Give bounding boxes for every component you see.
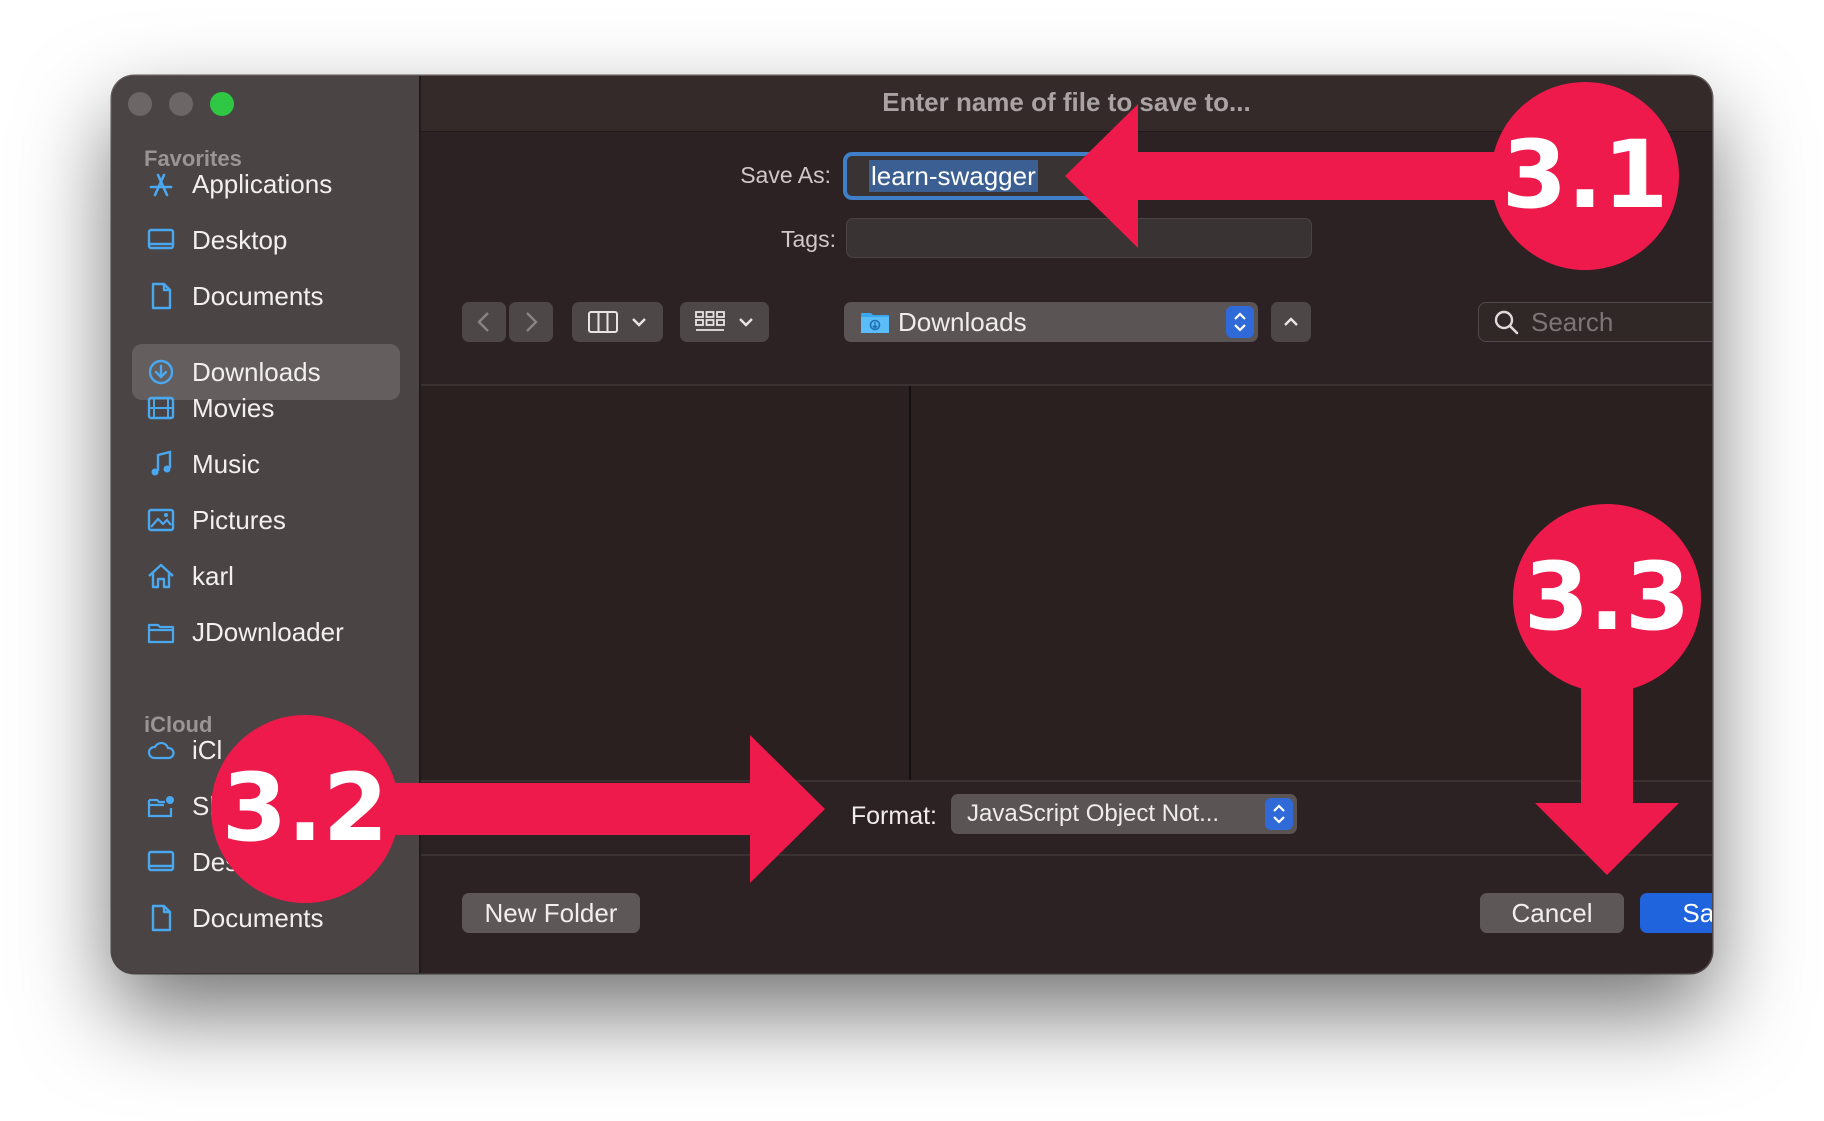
sidebar-item-label: JDownloader <box>192 616 344 647</box>
chevron-left-icon <box>477 312 489 332</box>
zoom-window-button[interactable] <box>210 92 234 116</box>
downloads-folder-icon <box>861 313 889 333</box>
step-label-3-3: 3.3 <box>1523 543 1691 652</box>
save-as-label: Save As: <box>740 162 831 188</box>
sidebar-item-icloud-documents[interactable]: Documents <box>132 890 400 946</box>
footer-divider <box>421 854 1712 856</box>
expand-collapse-button[interactable] <box>1271 302 1311 342</box>
cancel-button[interactable]: Cancel <box>1480 893 1624 933</box>
sidebar-item-label: Documents <box>192 280 324 311</box>
view-mode-group <box>572 302 663 342</box>
sidebar-item-label: Movies <box>192 392 275 423</box>
music-note-icon <box>144 447 178 481</box>
column-divider[interactable] <box>909 386 911 780</box>
search-input[interactable]: Search <box>1478 302 1712 342</box>
search-placeholder: Search <box>1531 306 1614 337</box>
desktop-icon <box>144 845 178 879</box>
sidebar-item-label: Applications <box>192 168 333 199</box>
window-controls <box>128 92 234 116</box>
search-icon <box>1494 310 1519 335</box>
sidebar-item-label: Desktop <box>192 224 288 255</box>
tags-input[interactable] <box>846 218 1312 258</box>
columns-icon <box>587 311 618 333</box>
sidebar-item-desktop[interactable]: Desktop <box>132 212 400 268</box>
step-label-3-2: 3.2 <box>221 754 389 863</box>
applications-icon <box>144 167 178 201</box>
document-icon <box>144 279 178 313</box>
film-icon <box>144 391 178 425</box>
location-popup[interactable]: Downloads <box>844 302 1258 342</box>
sidebar-item-label: iCl <box>192 734 223 765</box>
sidebar-item-applications[interactable]: Applications <box>132 156 400 212</box>
chevron-right-icon <box>526 312 538 332</box>
chevron-up-icon <box>1284 317 1298 326</box>
new-folder-button[interactable]: New Folder <box>462 893 640 933</box>
document-icon <box>144 901 178 935</box>
sidebar-item-label: Music <box>192 448 260 479</box>
chevron-down-icon <box>631 318 646 327</box>
picture-icon <box>144 503 178 537</box>
sidebar-item-music[interactable]: Music <box>132 436 400 492</box>
forward-button[interactable] <box>509 302 553 342</box>
format-label: Format: <box>850 802 937 830</box>
cloud-icon <box>144 733 178 767</box>
chevron-down-icon <box>738 318 753 327</box>
desktop-icon <box>144 223 178 257</box>
save-button[interactable]: Save <box>1640 893 1712 933</box>
sidebar-item-documents[interactable]: Documents <box>132 268 400 324</box>
folder-icon <box>144 615 178 649</box>
sidebar-item-label: Documents <box>192 902 324 933</box>
sidebar-item-karl[interactable]: karl <box>132 548 400 604</box>
format-popup[interactable]: JavaScript Object Not... <box>951 794 1297 834</box>
sidebar-item-label: Pictures <box>192 504 286 535</box>
home-icon <box>144 559 178 593</box>
group-by-button[interactable] <box>680 302 769 342</box>
up-down-arrows-icon <box>1265 798 1293 830</box>
step-label-3-1: 3.1 <box>1501 121 1669 230</box>
save-as-value: learn-swagger <box>869 160 1038 192</box>
minimize-window-button[interactable] <box>169 92 193 116</box>
sidebar-item-pictures[interactable]: Pictures <box>132 492 400 548</box>
location-label: Downloads <box>898 306 1027 337</box>
column-view-button[interactable] <box>572 302 663 342</box>
save-as-input[interactable]: learn-swagger <box>843 152 1313 200</box>
sidebar-item-movies[interactable]: Movies <box>132 380 400 436</box>
sidebar-item-jdownloader[interactable]: JDownloader <box>132 604 400 660</box>
shared-folder-icon <box>144 789 178 823</box>
close-window-button[interactable] <box>128 92 152 116</box>
tags-label: Tags: <box>781 226 836 252</box>
sidebar-item-label: karl <box>192 560 234 591</box>
back-button[interactable] <box>462 302 506 342</box>
browser-bottom-divider <box>421 780 1712 782</box>
grid-icon <box>694 311 725 331</box>
format-value: JavaScript Object Not... <box>967 800 1220 827</box>
up-down-arrows-icon <box>1226 306 1254 338</box>
screenshot-stage: Favorites Applications Desktop Documents <box>0 0 1824 1121</box>
group-by-group <box>680 302 769 342</box>
nav-buttons <box>462 302 553 342</box>
